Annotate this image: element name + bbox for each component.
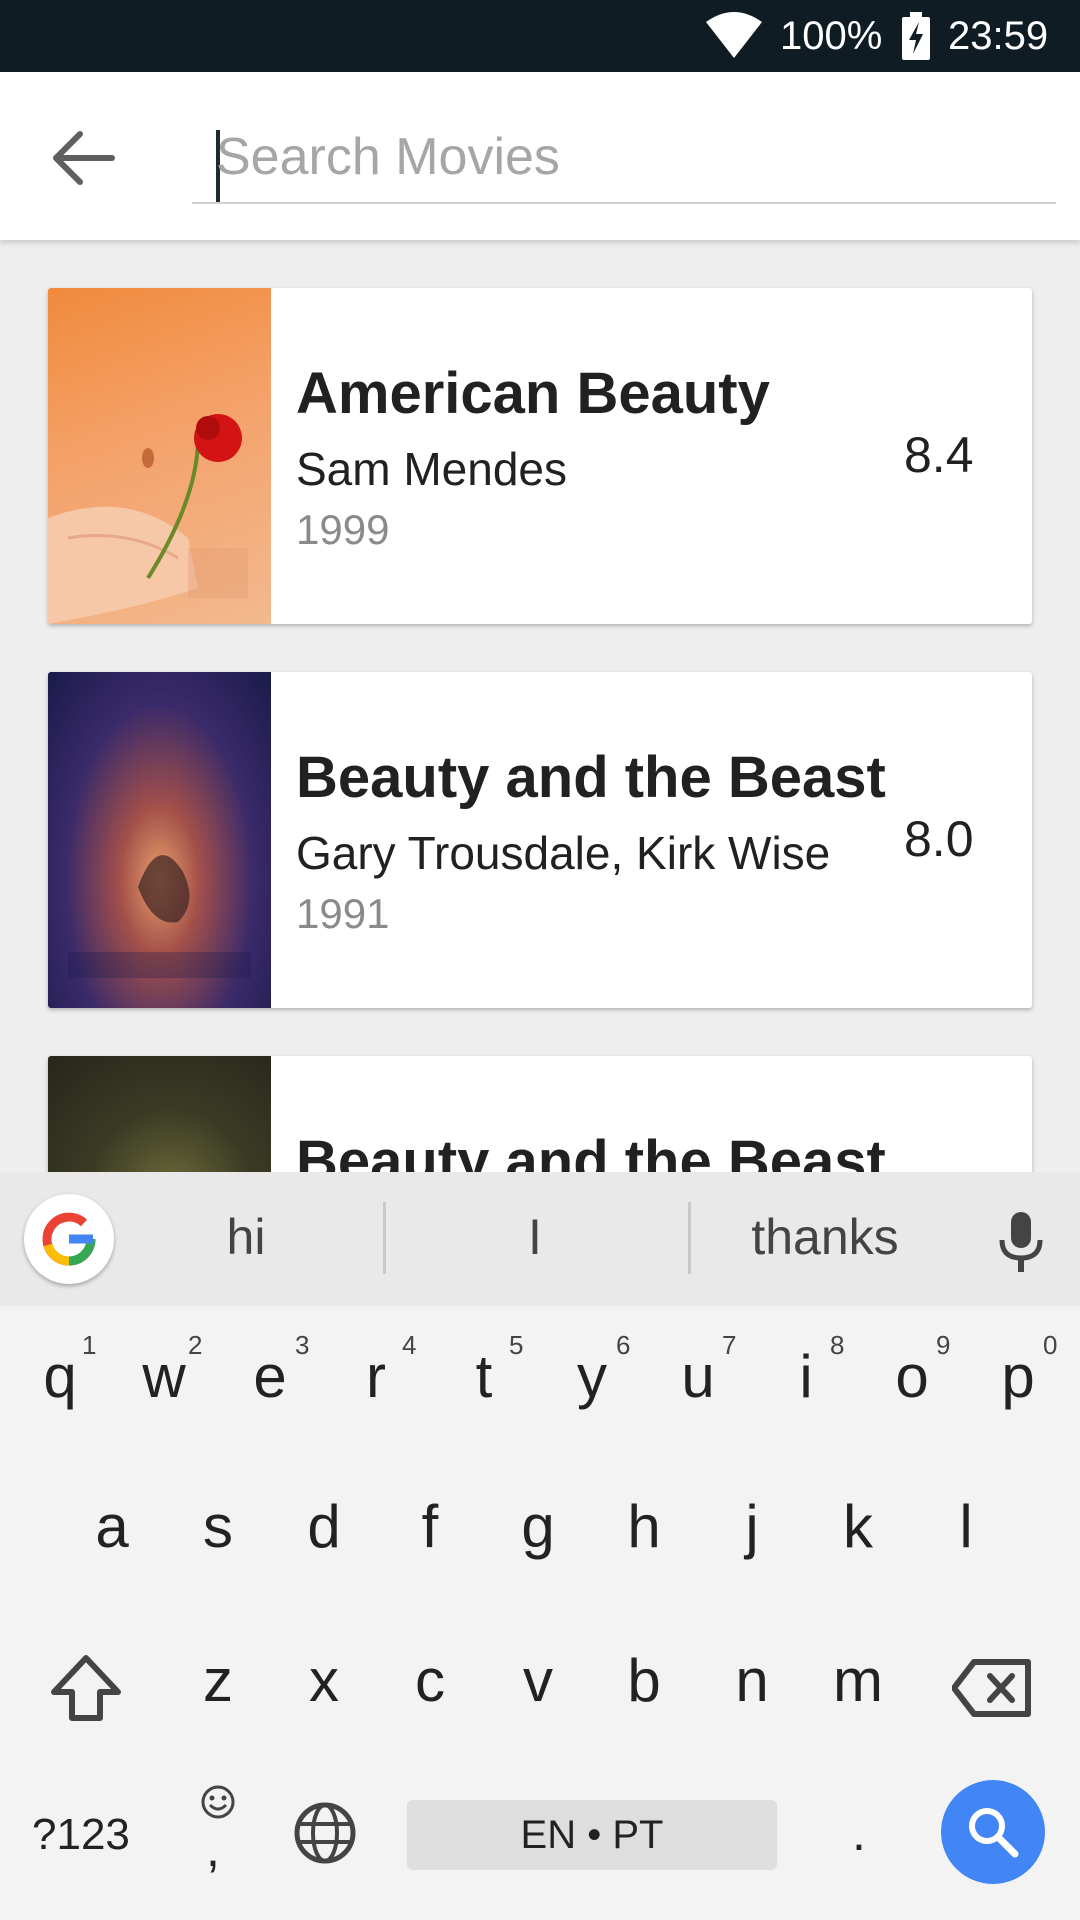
movie-card[interactable]: Beauty and the Beast <box>48 1056 1032 1172</box>
key-hint: 7 <box>722 1330 737 1360</box>
emoji-icon <box>201 1785 235 1819</box>
movie-director: Sam Mendes <box>296 443 568 495</box>
movie-card[interactable]: Beauty and the Beast Gary Trousdale, Kir… <box>48 672 1032 1008</box>
shift-icon[interactable] <box>50 1652 122 1724</box>
key-b[interactable]: b <box>604 1646 684 1715</box>
space-bar[interactable]: EN • PT <box>407 1800 777 1870</box>
key-x[interactable]: x <box>284 1646 364 1715</box>
movie-title: Beauty and the Beast <box>296 745 886 810</box>
key-hint: 8 <box>830 1330 845 1360</box>
symbols-key[interactable]: ?123 <box>32 1810 130 1860</box>
key-hint: 2 <box>188 1330 203 1360</box>
key-hint: 6 <box>616 1330 631 1360</box>
movie-title: Beauty and the Beast <box>296 1129 886 1172</box>
comma-label: , <box>206 1821 220 1877</box>
movie-director: Gary Trousdale, Kirk Wise <box>296 827 831 879</box>
app-bar <box>0 72 1080 240</box>
key-v[interactable]: v <box>498 1646 578 1715</box>
suggestion-divider <box>688 1202 691 1274</box>
movie-poster-image <box>48 1056 271 1172</box>
movie-year: 1991 <box>296 890 390 937</box>
battery-percent: 100% <box>780 14 883 58</box>
key-k[interactable]: k <box>818 1492 898 1561</box>
key-hint: 0 <box>1043 1330 1058 1360</box>
suggestion-divider <box>383 1202 386 1274</box>
movie-card[interactable]: American Beauty Sam Mendes 1999 8.4 <box>48 288 1032 624</box>
backspace-icon[interactable] <box>952 1658 1032 1718</box>
movie-poster-image <box>48 672 271 1008</box>
google-icon[interactable] <box>24 1194 114 1284</box>
battery-charging-icon <box>902 12 930 60</box>
key-n[interactable]: n <box>712 1646 792 1715</box>
key-l[interactable]: l <box>926 1492 1006 1561</box>
wifi-icon <box>706 12 762 58</box>
search-input[interactable] <box>216 122 1036 192</box>
soft-keyboard: hi I thanks q 1 w 2 e 3 r 4 t 5 y 6 u 7 … <box>0 1172 1080 1920</box>
search-field-container <box>192 112 1056 204</box>
key-c[interactable]: c <box>390 1646 470 1715</box>
key-hint: 5 <box>509 1330 524 1360</box>
suggestion-3[interactable]: thanks <box>730 1208 920 1266</box>
period-key[interactable]: . <box>852 1804 866 1862</box>
key-hint: 3 <box>295 1330 310 1360</box>
back-arrow-icon[interactable] <box>50 128 120 188</box>
status-bar: 100% 23:59 <box>0 0 1080 72</box>
key-a[interactable]: a <box>72 1492 152 1561</box>
key-j[interactable]: j <box>712 1492 792 1561</box>
clock: 23:59 <box>948 14 1049 58</box>
key-z[interactable]: z <box>178 1646 258 1715</box>
movie-list[interactable]: American Beauty Sam Mendes 1999 8.4 Beau… <box>0 240 1080 1172</box>
search-icon <box>969 1808 1019 1858</box>
microphone-icon[interactable] <box>996 1210 1046 1274</box>
key-hint: 4 <box>402 1330 417 1360</box>
key-hint: 9 <box>936 1330 951 1360</box>
movie-rating: 8.4 <box>904 427 974 483</box>
suggestion-strip: hi I thanks <box>0 1172 1080 1306</box>
key-f[interactable]: f <box>390 1492 470 1561</box>
movie-title: American Beauty <box>296 361 770 426</box>
key-d[interactable]: d <box>284 1492 364 1561</box>
movie-rating: 8.0 <box>904 811 974 867</box>
suggestion-2[interactable]: I <box>500 1208 570 1266</box>
search-action-button[interactable] <box>941 1780 1045 1884</box>
key-hint: 1 <box>82 1330 97 1360</box>
key-m[interactable]: m <box>818 1646 898 1715</box>
globe-icon[interactable] <box>292 1800 358 1866</box>
suggestion-1[interactable]: hi <box>196 1208 296 1266</box>
key-g[interactable]: g <box>498 1492 578 1561</box>
key-h[interactable]: h <box>604 1492 684 1561</box>
key-s[interactable]: s <box>178 1492 258 1561</box>
movie-year: 1999 <box>296 506 390 553</box>
emoji-comma-key[interactable]: , <box>196 1784 240 1884</box>
movie-poster-image <box>48 288 271 624</box>
